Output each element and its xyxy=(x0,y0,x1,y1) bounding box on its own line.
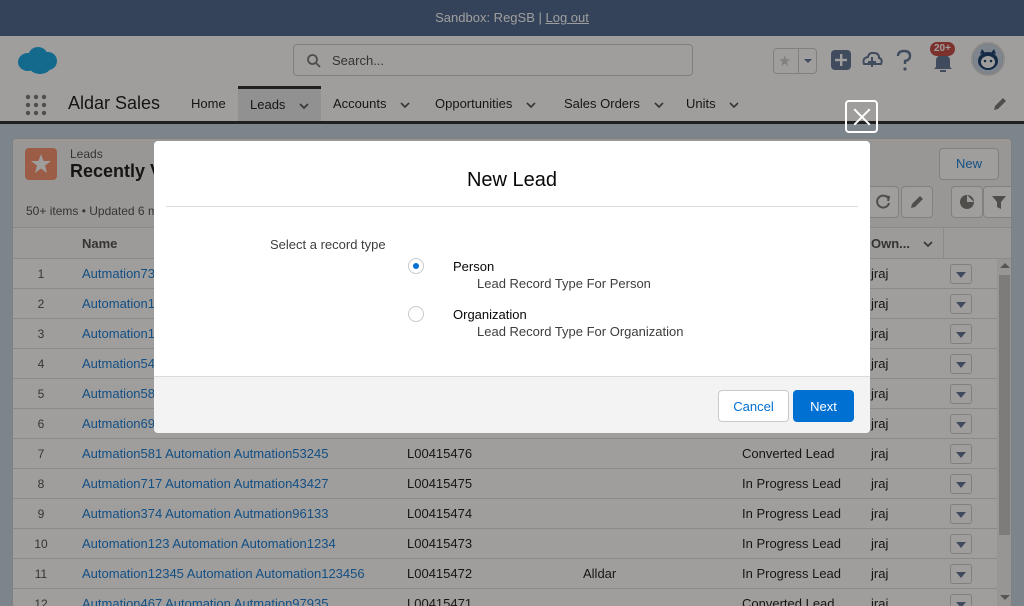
next-button[interactable]: Next xyxy=(793,390,854,422)
modal-divider xyxy=(166,206,858,207)
option-title-organization[interactable]: Organization xyxy=(453,307,527,322)
option-title-person[interactable]: Person xyxy=(453,259,494,274)
record-type-label: Select a record type xyxy=(270,237,386,252)
option-description-person: Lead Record Type For Person xyxy=(477,276,651,291)
radio-person[interactable] xyxy=(408,258,424,274)
option-description-organization: Lead Record Type For Organization xyxy=(477,324,684,339)
close-modal-button[interactable] xyxy=(845,100,878,133)
modal-title: New Lead xyxy=(466,169,558,191)
new-lead-modal: New Lead Select a record type Person Lea… xyxy=(154,141,870,433)
radio-organization[interactable] xyxy=(408,306,424,322)
cancel-button[interactable]: Cancel xyxy=(718,390,789,422)
modal-footer: Cancel Next xyxy=(154,376,870,433)
